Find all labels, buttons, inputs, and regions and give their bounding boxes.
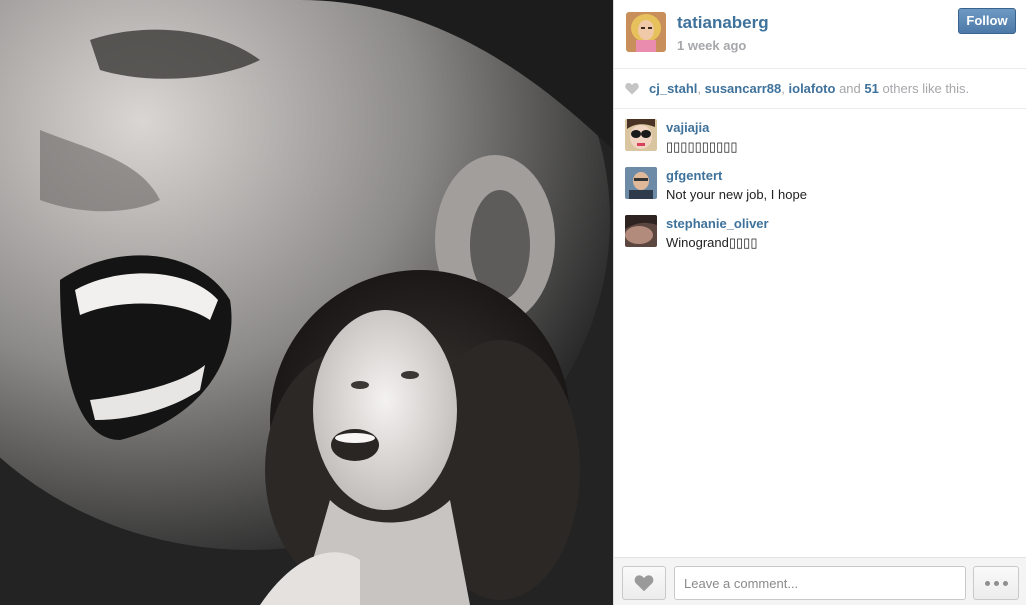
comment-footer: [614, 557, 1026, 605]
likes-separator: ,: [697, 81, 705, 96]
likes-others-count[interactable]: 51: [864, 81, 878, 96]
liker-username[interactable]: susancarr88: [705, 81, 782, 96]
comment-text: Winogrand▯▯▯▯: [666, 235, 758, 250]
post-timestamp[interactable]: 1 week ago: [677, 38, 746, 53]
follow-button[interactable]: Follow: [958, 8, 1016, 34]
liker-username[interactable]: cj_stahl: [649, 81, 697, 96]
comment-item: stephanie_oliver Winogrand▯▯▯▯: [614, 205, 1026, 253]
more-options-button[interactable]: [973, 566, 1019, 600]
post-photo[interactable]: [0, 0, 613, 605]
more-options-icon: [984, 580, 990, 586]
comment-item: gfgentert Not your new job, I hope: [614, 157, 1026, 205]
more-options-icon: [993, 580, 999, 586]
post-details-panel: tatianaberg 1 week ago Follow cj_stahl, …: [613, 0, 1026, 605]
post-header: tatianaberg 1 week ago Follow: [614, 0, 1026, 69]
comments-list: vajiajia ▯▯▯▯▯▯▯▯▯▯ gfgentert Not your n…: [614, 109, 1026, 253]
commenter-username[interactable]: stephanie_oliver: [666, 216, 769, 231]
likes-summary: cj_stahl, susancarr88, iolafoto and 51 o…: [614, 69, 1026, 109]
more-options-icon: [1002, 580, 1008, 586]
likes-separator: ,: [781, 81, 789, 96]
likes-and: and: [835, 81, 865, 96]
owner-username[interactable]: tatianaberg: [677, 13, 769, 33]
commenter-avatar[interactable]: [625, 167, 657, 199]
liker-username[interactable]: iolafoto: [789, 81, 836, 96]
heart-icon: [625, 82, 639, 95]
comment-input[interactable]: [674, 566, 966, 600]
comment-item: vajiajia ▯▯▯▯▯▯▯▯▯▯: [614, 109, 1026, 157]
commenter-avatar[interactable]: [625, 215, 657, 247]
likes-others-suffix: others like this.: [878, 81, 970, 96]
comment-text: Not your new job, I hope: [666, 187, 807, 202]
heart-icon: [634, 575, 654, 592]
commenter-username[interactable]: gfgentert: [666, 168, 722, 183]
owner-avatar[interactable]: [626, 12, 666, 52]
comment-text: ▯▯▯▯▯▯▯▯▯▯: [666, 139, 738, 154]
like-button[interactable]: [622, 566, 666, 600]
likes-line: cj_stahl, susancarr88, iolafoto and 51 o…: [649, 81, 969, 96]
commenter-username[interactable]: vajiajia: [666, 120, 709, 135]
photo-image: [0, 0, 613, 605]
commenter-avatar[interactable]: [625, 119, 657, 151]
